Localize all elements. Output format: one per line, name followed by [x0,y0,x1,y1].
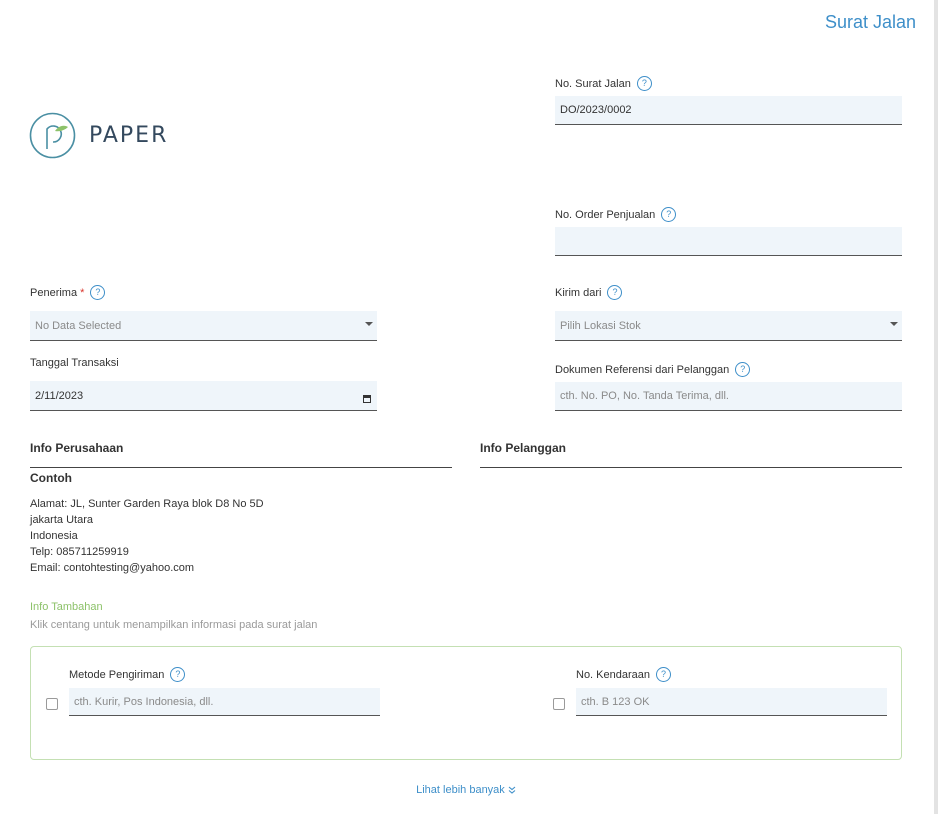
kendaraan-checkbox[interactable] [553,698,565,710]
chevron-down-icon [365,322,373,326]
no-surat-jalan-label: No. Surat Jalan ? [555,76,652,91]
help-icon[interactable]: ? [607,285,623,300]
calendar-icon[interactable] [363,395,371,403]
required-mark: * [80,286,85,299]
info-tambahan-hint: Klik centang untuk menampilkan informasi… [30,619,318,631]
help-icon[interactable]: ? [636,76,652,91]
metode-label: Metode Pengiriman ? [69,667,186,682]
company-logo: PAPER [29,112,168,159]
company-address: Alamat: JL, Sunter Garden Raya blok D8 N… [30,498,264,510]
company-email: Email: contohtesting@yahoo.com [30,562,195,574]
help-icon[interactable]: ? [661,207,677,222]
dokumen-ref-input[interactable]: cth. No. PO, No. Tanda Terima, dll. [555,382,902,411]
company-phone: Telp: 085711259919 [30,546,129,558]
help-icon[interactable]: ? [90,285,106,300]
dokumen-ref-label-text: Dokumen Referensi dari Pelanggan [555,363,730,376]
logo-text: PAPER [89,123,169,148]
company-name: Contoh [30,471,72,485]
no-surat-jalan-value: DO/2023/0002 [560,104,632,116]
lihat-lebih-banyak-label: Lihat lebih banyak [416,784,505,796]
help-icon[interactable]: ? [735,362,751,377]
kirim-dari-label: Kirim dari ? [555,285,623,300]
tanggal-label-text: Tanggal Transaksi [30,357,119,369]
penerima-label: Penerima * ? [30,285,106,300]
info-tambahan-title: Info Tambahan [30,601,103,613]
document-title: Surat Jalan [824,12,916,32]
company-details: Alamat: JL, Sunter Garden Raya blok D8 N… [30,496,264,576]
dokumen-ref-placeholder: cth. No. PO, No. Tanda Terima, dll. [560,390,729,402]
penerima-placeholder: No Data Selected [35,319,122,332]
kirim-dari-label-text: Kirim dari [555,286,602,299]
kendaraan-placeholder: cth. B 123 OK [581,695,650,708]
help-icon[interactable]: ? [170,667,186,682]
company-country: Indonesia [30,530,78,542]
penerima-label-text: Penerima [30,286,78,299]
kirim-dari-placeholder: Pilih Lokasi Stok [560,319,641,332]
kendaraan-label: No. Kendaraan ? [576,667,671,682]
no-surat-jalan-label-text: No. Surat Jalan [555,77,631,90]
dokumen-ref-label: Dokumen Referensi dari Pelanggan ? [555,362,751,377]
kirim-dari-select[interactable]: Pilih Lokasi Stok [555,311,902,341]
kendaraan-input[interactable]: cth. B 123 OK [576,688,887,716]
lihat-lebih-banyak-link[interactable]: Lihat lebih banyak [0,784,932,796]
info-pelanggan-heading: Info Pelanggan [480,441,902,468]
paper-logo-icon [29,112,76,159]
metode-label-text: Metode Pengiriman [69,668,165,681]
penerima-select[interactable]: No Data Selected [30,311,377,341]
help-icon[interactable]: ? [656,667,671,682]
tanggal-label: Tanggal Transaksi [30,357,119,369]
tanggal-value: 2/11/2023 [35,389,84,402]
info-perusahaan-heading: Info Perusahaan [30,441,452,468]
chevron-down-icon [890,322,898,326]
scrollbar[interactable] [934,0,938,814]
company-city: jakarta Utara [30,514,93,526]
metode-checkbox[interactable] [46,698,58,710]
no-order-input[interactable] [555,227,902,256]
no-surat-jalan-input[interactable]: DO/2023/0002 [555,96,902,125]
metode-placeholder: cth. Kurir, Pos Indonesia, dll. [74,695,214,708]
no-order-label: No. Order Penjualan ? [555,207,677,222]
double-chevron-down-icon [508,786,516,794]
tanggal-input[interactable]: 2/11/2023 [30,381,377,411]
no-order-label-text: No. Order Penjualan [555,208,656,221]
kendaraan-label-text: No. Kendaraan [576,668,650,681]
metode-input[interactable]: cth. Kurir, Pos Indonesia, dll. [69,688,380,716]
